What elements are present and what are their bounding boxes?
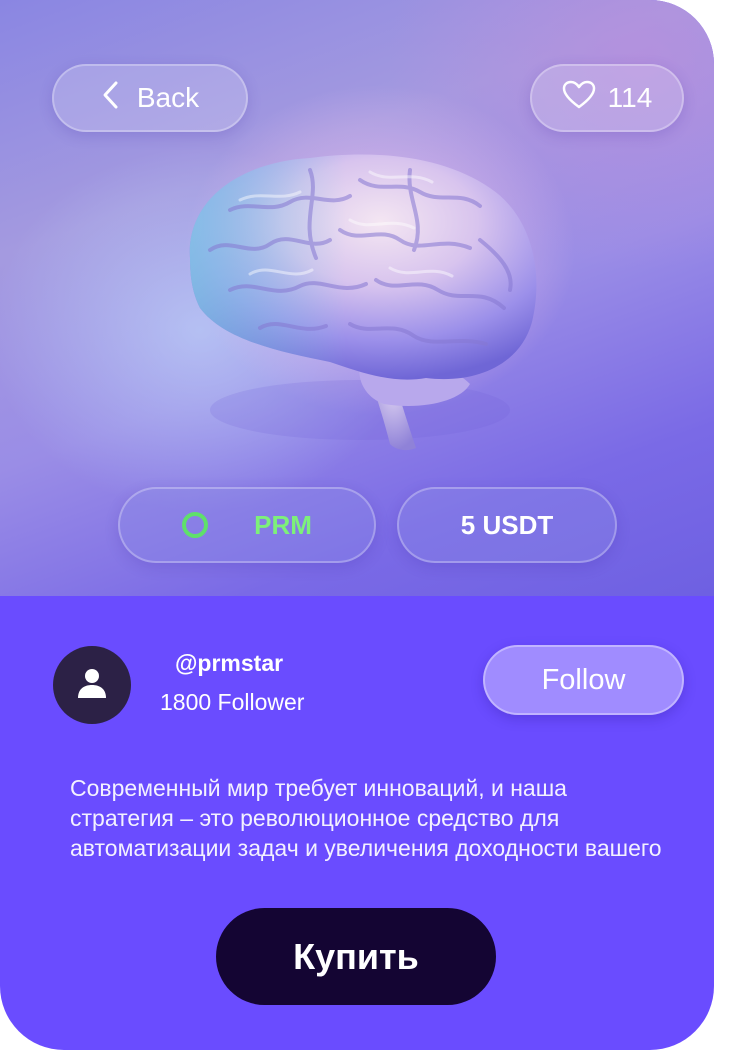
ring-icon (182, 512, 209, 538)
likes-count: 114 (607, 82, 653, 113)
user-icon (75, 666, 109, 705)
follow-button[interactable]: Follow (483, 645, 684, 715)
chevron-left-icon (101, 80, 119, 117)
avatar[interactable] (53, 646, 131, 724)
buy-button[interactable]: Купить (216, 908, 496, 1005)
brain-image (170, 140, 550, 460)
hero-section: Back 114 PRM 5 USDT (0, 0, 714, 596)
back-label: Back (136, 82, 200, 113)
username[interactable]: @prmstar (175, 650, 283, 677)
price-label: 5 USDT (460, 509, 554, 540)
heart-icon (562, 80, 596, 117)
like-button[interactable]: 114 (530, 64, 684, 132)
price-badge: 5 USDT (397, 487, 617, 563)
token-badge[interactable]: PRM (118, 487, 376, 563)
product-card: Back 114 PRM 5 USDT @prmstar 1800 Follow… (0, 0, 714, 1050)
followers-count: 1800 Follower (160, 689, 305, 715)
back-button[interactable]: Back (52, 64, 248, 132)
description-text: Современный мир требует инноваций, и наш… (70, 775, 662, 861)
token-label: PRM (254, 509, 312, 540)
